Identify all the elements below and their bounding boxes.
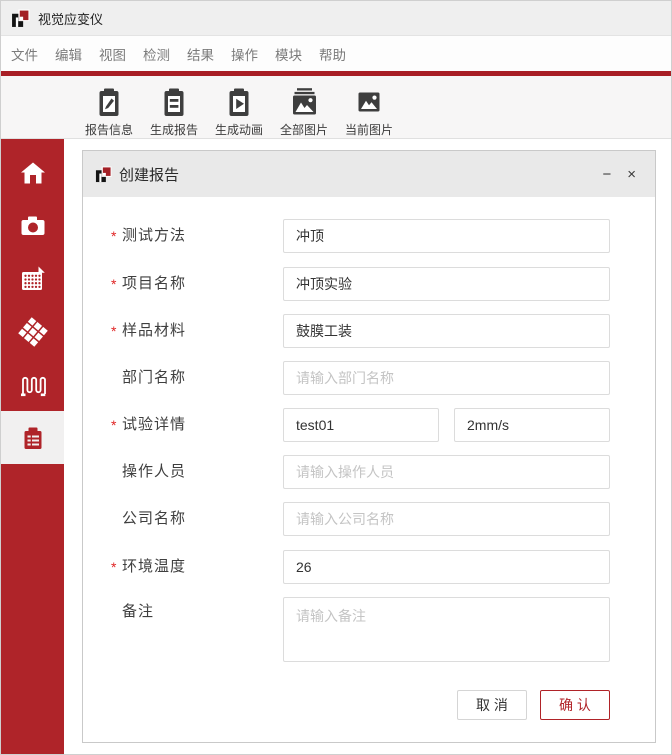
app-window: 视觉应变仪 文件 编辑 视图 检测 结果 操作 模块 帮助 报告信息 生成报告 …: [0, 0, 672, 755]
home-icon: [20, 162, 45, 183]
sidebar: [1, 139, 64, 754]
form-row-operator: 操作人员: [83, 455, 655, 489]
tool-label: 全部图片: [280, 123, 329, 137]
field-label-sample-material: 样品材料: [122, 322, 187, 339]
menu-help[interactable]: 帮助: [319, 44, 346, 64]
field-label-company: 公司名称: [122, 510, 187, 527]
field-label-test-method: 测试方法: [122, 227, 187, 244]
dialog-logo-icon: [95, 165, 112, 182]
coil-icon: [20, 376, 46, 396]
dialog-title: 创建报告: [119, 166, 180, 184]
tool-label: 生成报告: [150, 123, 199, 137]
tool-label: 生成动画: [215, 123, 264, 137]
window-title: 视觉应变仪: [38, 11, 104, 27]
dialog-footer: 取 消 确 认: [83, 690, 655, 720]
required-marker: *: [111, 323, 117, 339]
field-label-project-name: 项目名称: [122, 275, 187, 292]
current-image-button[interactable]: 当前图片: [340, 76, 398, 139]
app-logo-icon: [12, 9, 30, 27]
form-row-remarks: 备注: [83, 597, 655, 662]
all-images-button[interactable]: 全部图片: [275, 76, 333, 139]
window-titlebar: 视觉应变仪: [1, 1, 671, 36]
tool-label: 当前图片: [345, 123, 394, 137]
field-label-remarks: 备注: [122, 603, 155, 620]
company-input[interactable]: [283, 502, 610, 536]
report-info-icon: [99, 88, 119, 116]
toolbar: 报告信息 生成报告 生成动画 全部图片 当前图片: [1, 76, 671, 139]
sample-material-input[interactable]: [283, 314, 610, 348]
field-label-department: 部门名称: [122, 369, 187, 386]
test-method-input[interactable]: [283, 219, 610, 253]
sidebar-item-calibration[interactable]: [1, 252, 64, 305]
form-row-test-method: * 测试方法: [83, 219, 655, 253]
report-info-button[interactable]: 报告信息: [80, 76, 138, 139]
department-input[interactable]: [283, 361, 610, 395]
confirm-button[interactable]: 确 认: [540, 690, 610, 720]
report-clipboard-icon: [24, 427, 41, 449]
mesh-icon: [17, 316, 48, 347]
menu-module[interactable]: 模块: [275, 44, 302, 64]
generate-report-button[interactable]: 生成报告: [145, 76, 203, 139]
required-marker: *: [111, 417, 117, 433]
form-row-sample-material: * 样品材料: [83, 314, 655, 348]
sidebar-item-report[interactable]: [1, 411, 64, 464]
sidebar-item-home[interactable]: [1, 146, 64, 199]
form-row-test-details: * 试验详情: [83, 408, 655, 442]
menu-view[interactable]: 视图: [99, 44, 126, 64]
grid-dots-icon: [21, 266, 45, 290]
menubar: 文件 编辑 视图 检测 结果 操作 模块 帮助: [1, 36, 671, 71]
form-row-temperature: * 环境温度: [83, 550, 655, 584]
sidebar-item-mesh[interactable]: [1, 305, 64, 358]
required-marker: *: [111, 228, 117, 244]
camera-icon: [21, 216, 44, 235]
sidebar-item-camera[interactable]: [1, 199, 64, 252]
test-detail-speed-input[interactable]: [454, 408, 610, 442]
required-marker: *: [111, 559, 117, 575]
cancel-button[interactable]: 取 消: [457, 690, 527, 720]
operator-input[interactable]: [283, 455, 610, 489]
generate-report-icon: [164, 88, 184, 116]
form-row-company: 公司名称: [83, 502, 655, 536]
create-report-dialog: 创建报告 − × * 测试方法 * 项目名称 * 样品材料: [82, 150, 656, 743]
menu-operate[interactable]: 操作: [231, 44, 258, 64]
field-label-temperature: 环境温度: [122, 558, 187, 575]
minimize-button[interactable]: −: [602, 167, 611, 182]
menu-edit[interactable]: 编辑: [55, 44, 82, 64]
menu-file[interactable]: 文件: [11, 44, 38, 64]
temperature-input[interactable]: [283, 550, 610, 584]
menu-result[interactable]: 结果: [187, 44, 214, 64]
generate-animation-button[interactable]: 生成动画: [210, 76, 268, 139]
remarks-textarea[interactable]: [283, 597, 610, 662]
close-button[interactable]: ×: [627, 167, 636, 182]
all-images-icon: [293, 88, 316, 115]
main-area: 创建报告 − × * 测试方法 * 项目名称 * 样品材料: [64, 139, 671, 754]
project-name-input[interactable]: [283, 267, 610, 301]
dialog-titlebar: 创建报告 − ×: [83, 151, 655, 197]
test-detail-name-input[interactable]: [283, 408, 439, 442]
form-row-project-name: * 项目名称: [83, 267, 655, 301]
form-row-department: 部门名称: [83, 361, 655, 395]
tool-label: 报告信息: [85, 123, 134, 137]
generate-animation-icon: [229, 88, 249, 116]
current-image-icon: [358, 92, 380, 112]
menu-detect[interactable]: 检测: [143, 44, 170, 64]
field-label-test-details: 试验详情: [122, 416, 187, 433]
required-marker: *: [111, 276, 117, 292]
sidebar-item-extensometer[interactable]: [1, 358, 64, 411]
field-label-operator: 操作人员: [122, 463, 187, 480]
